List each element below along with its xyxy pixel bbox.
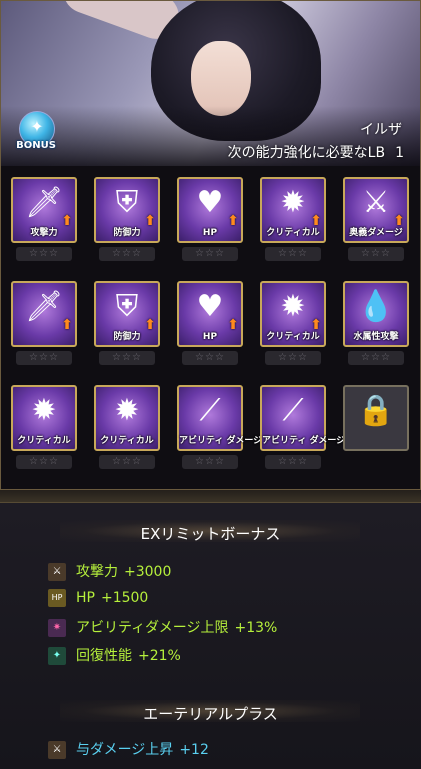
character-art-face	[191, 41, 251, 116]
upgrade-arrow-icon: ⬆	[144, 213, 156, 229]
burst-icon: ✹	[114, 393, 140, 428]
lb-skill-slot[interactable]: ⚔ 奥義ダメージ ⬆ ☆☆☆	[343, 177, 409, 267]
lb-skill-icon[interactable]: ♥ HP ⬆	[177, 177, 243, 243]
star-rating: ☆☆☆	[16, 351, 72, 365]
aetherial-title: エーテリアルプラス	[0, 700, 421, 724]
ex-limit-title: EXリミットボーナス	[0, 520, 421, 544]
lb-skill-icon[interactable]: ✹ クリティカル ⬆	[260, 177, 326, 243]
lb-skill-icon[interactable]: ✹ クリティカル	[11, 385, 77, 451]
lb-skill-slot[interactable]: ♥ HP ⬆ ☆☆☆	[177, 281, 243, 371]
lb-skill-icon[interactable]: ✹ クリティカル	[94, 385, 160, 451]
lb-requirement: 次の能力強化に必要なLB 1	[228, 142, 404, 162]
lb-skill-slot[interactable]: ✹ クリティカル ☆☆☆	[11, 385, 77, 475]
blades-icon: ⟋	[199, 393, 221, 428]
star-rating: ☆☆☆	[348, 247, 404, 261]
lock-icon: 🔒	[357, 393, 395, 428]
lb-skill-slot[interactable]: ⛨ 防御力 ⬆ ☆☆☆	[94, 177, 160, 267]
lb-skill-slot[interactable]: ✹ クリティカル ⬆ ☆☆☆	[260, 281, 326, 371]
lb-skill-slot[interactable]: ✹ クリティカル ☆☆☆	[94, 385, 160, 475]
skill-label: アビリティ ダメージ上限	[262, 436, 364, 446]
lb-requirement-value: 1	[395, 145, 404, 161]
star-rating: ☆☆☆	[182, 351, 238, 365]
lb-skill-icon[interactable]: ⚔ 奥義ダメージ ⬆	[343, 177, 409, 243]
ex-bonus-row: HP HP +1500	[48, 589, 148, 611]
star-rating: ☆☆☆	[265, 247, 321, 261]
lb-skill-icon[interactable]: ⛨ 防御力 ⬆	[94, 177, 160, 243]
star-rating: ☆☆☆	[348, 351, 404, 365]
sword-icon: ⚔	[48, 563, 66, 581]
upgrade-arrow-icon: ⬆	[144, 317, 156, 333]
lb-skill-slot[interactable]: ⟋ アビリティ ダメージ上限 ☆☆☆	[260, 385, 364, 475]
skill-label: クリティカル	[100, 436, 154, 446]
blades-icon: ⟋	[282, 393, 304, 428]
skill-label: クリティカル	[17, 436, 71, 446]
star-rating: ☆☆☆	[16, 247, 72, 261]
lb-skill-icon[interactable]: ⟋ アビリティ ダメージ上限	[260, 385, 364, 451]
upgrade-arrow-icon: ⬆	[393, 213, 405, 229]
character-name: イルザ	[360, 122, 402, 138]
upgrade-arrow-icon: ⬆	[310, 213, 322, 229]
lb-skill-slot[interactable]: ⟋ アビリティ ダメージ上限 ☆☆☆	[177, 385, 281, 475]
lb-skill-slot[interactable]: 🗡 攻撃力 ⬆ ☆☆☆	[11, 177, 77, 267]
ex-bonus-row: ✦ 回復性能 +21%	[48, 645, 181, 667]
lb-skill-slot[interactable]: ✹ クリティカル ⬆ ☆☆☆	[260, 177, 326, 267]
hp-icon: HP	[48, 589, 66, 607]
ex-bonus-row: ⚔ 攻撃力 +3000	[48, 561, 171, 583]
star-rating: ☆☆☆	[182, 455, 238, 469]
upgrade-arrow-icon: ⬆	[61, 213, 73, 229]
skill-label: HP	[202, 332, 218, 342]
star-rating: ☆☆☆	[265, 351, 321, 365]
lb-skill-icon[interactable]: ♥ HP ⬆	[177, 281, 243, 347]
star-rating: ☆☆☆	[16, 455, 72, 469]
lb-skill-icon[interactable]: 💧 水属性攻撃	[343, 281, 409, 347]
sword-icon: ⚔	[48, 741, 66, 759]
heal-icon: ✦	[48, 647, 66, 665]
water-drop-icon: 💧	[357, 289, 395, 324]
lb-skill-icon[interactable]: 🗡 ⬆	[11, 281, 77, 347]
lb-skill-icon[interactable]: ⛨ 防御力 ⬆	[94, 281, 160, 347]
upgrade-arrow-icon: ⬆	[227, 317, 239, 333]
star-rating: ☆☆☆	[265, 455, 321, 469]
ex-bonus-row: ✷ アビリティダメージ上限 +13%	[48, 617, 277, 639]
bonus-label[interactable]: BONUS	[13, 140, 59, 151]
divider	[0, 490, 421, 502]
lb-skill-slot[interactable]: 🔒	[343, 385, 409, 475]
upgrade-arrow-icon: ⬆	[61, 317, 73, 333]
skill-label: 水属性攻撃	[353, 332, 399, 342]
bonus-summary: EXリミットボーナス ⚔ 攻撃力 +3000 HP HP +1500 ✷ アビリティダメー…	[0, 502, 421, 769]
upgrade-arrow-icon: ⬆	[310, 317, 322, 333]
sparkle-icon: ✷	[48, 619, 66, 637]
lb-requirement-text: 次の能力強化に必要なLB	[227, 145, 386, 161]
lb-skill-icon[interactable]: ✹ クリティカル ⬆	[260, 281, 326, 347]
lb-skill-icon[interactable]: 🗡 攻撃力 ⬆	[11, 177, 77, 243]
upgrade-arrow-icon: ⬆	[227, 213, 239, 229]
lb-skill-slot[interactable]: ♥ HP ⬆ ☆☆☆	[177, 177, 243, 267]
character-banner: ✦ BONUS イルザ 次の能力強化に必要なLB 1	[1, 1, 420, 166]
skill-label: HP	[202, 228, 218, 238]
skill-label: アビリティ ダメージ上限	[179, 436, 281, 446]
lb-skill-slot[interactable]: 🗡 ⬆ ☆☆☆	[11, 281, 77, 371]
star-rating: ☆☆☆	[182, 247, 238, 261]
star-rating: ☆☆☆	[99, 247, 155, 261]
locked-slot[interactable]: 🔒	[343, 385, 409, 451]
lb-skill-slot[interactable]: 💧 水属性攻撃 ☆☆☆	[343, 281, 409, 371]
star-rating: ☆☆☆	[99, 351, 155, 365]
lb-panel: ✦ BONUS イルザ 次の能力強化に必要なLB 1 🗡 攻撃力 ⬆ ☆☆☆ ⛨ 防御力 ⬆ ☆…	[0, 0, 421, 490]
star-rating: ☆☆☆	[99, 455, 155, 469]
lb-skill-slot[interactable]: ⛨ 防御力 ⬆ ☆☆☆	[94, 281, 160, 371]
lb-skill-icon[interactable]: ⟋ アビリティ ダメージ上限	[177, 385, 281, 451]
burst-icon: ✹	[31, 393, 57, 428]
aetherial-row: ⚔ 与ダメージ上昇 +12	[48, 739, 209, 761]
